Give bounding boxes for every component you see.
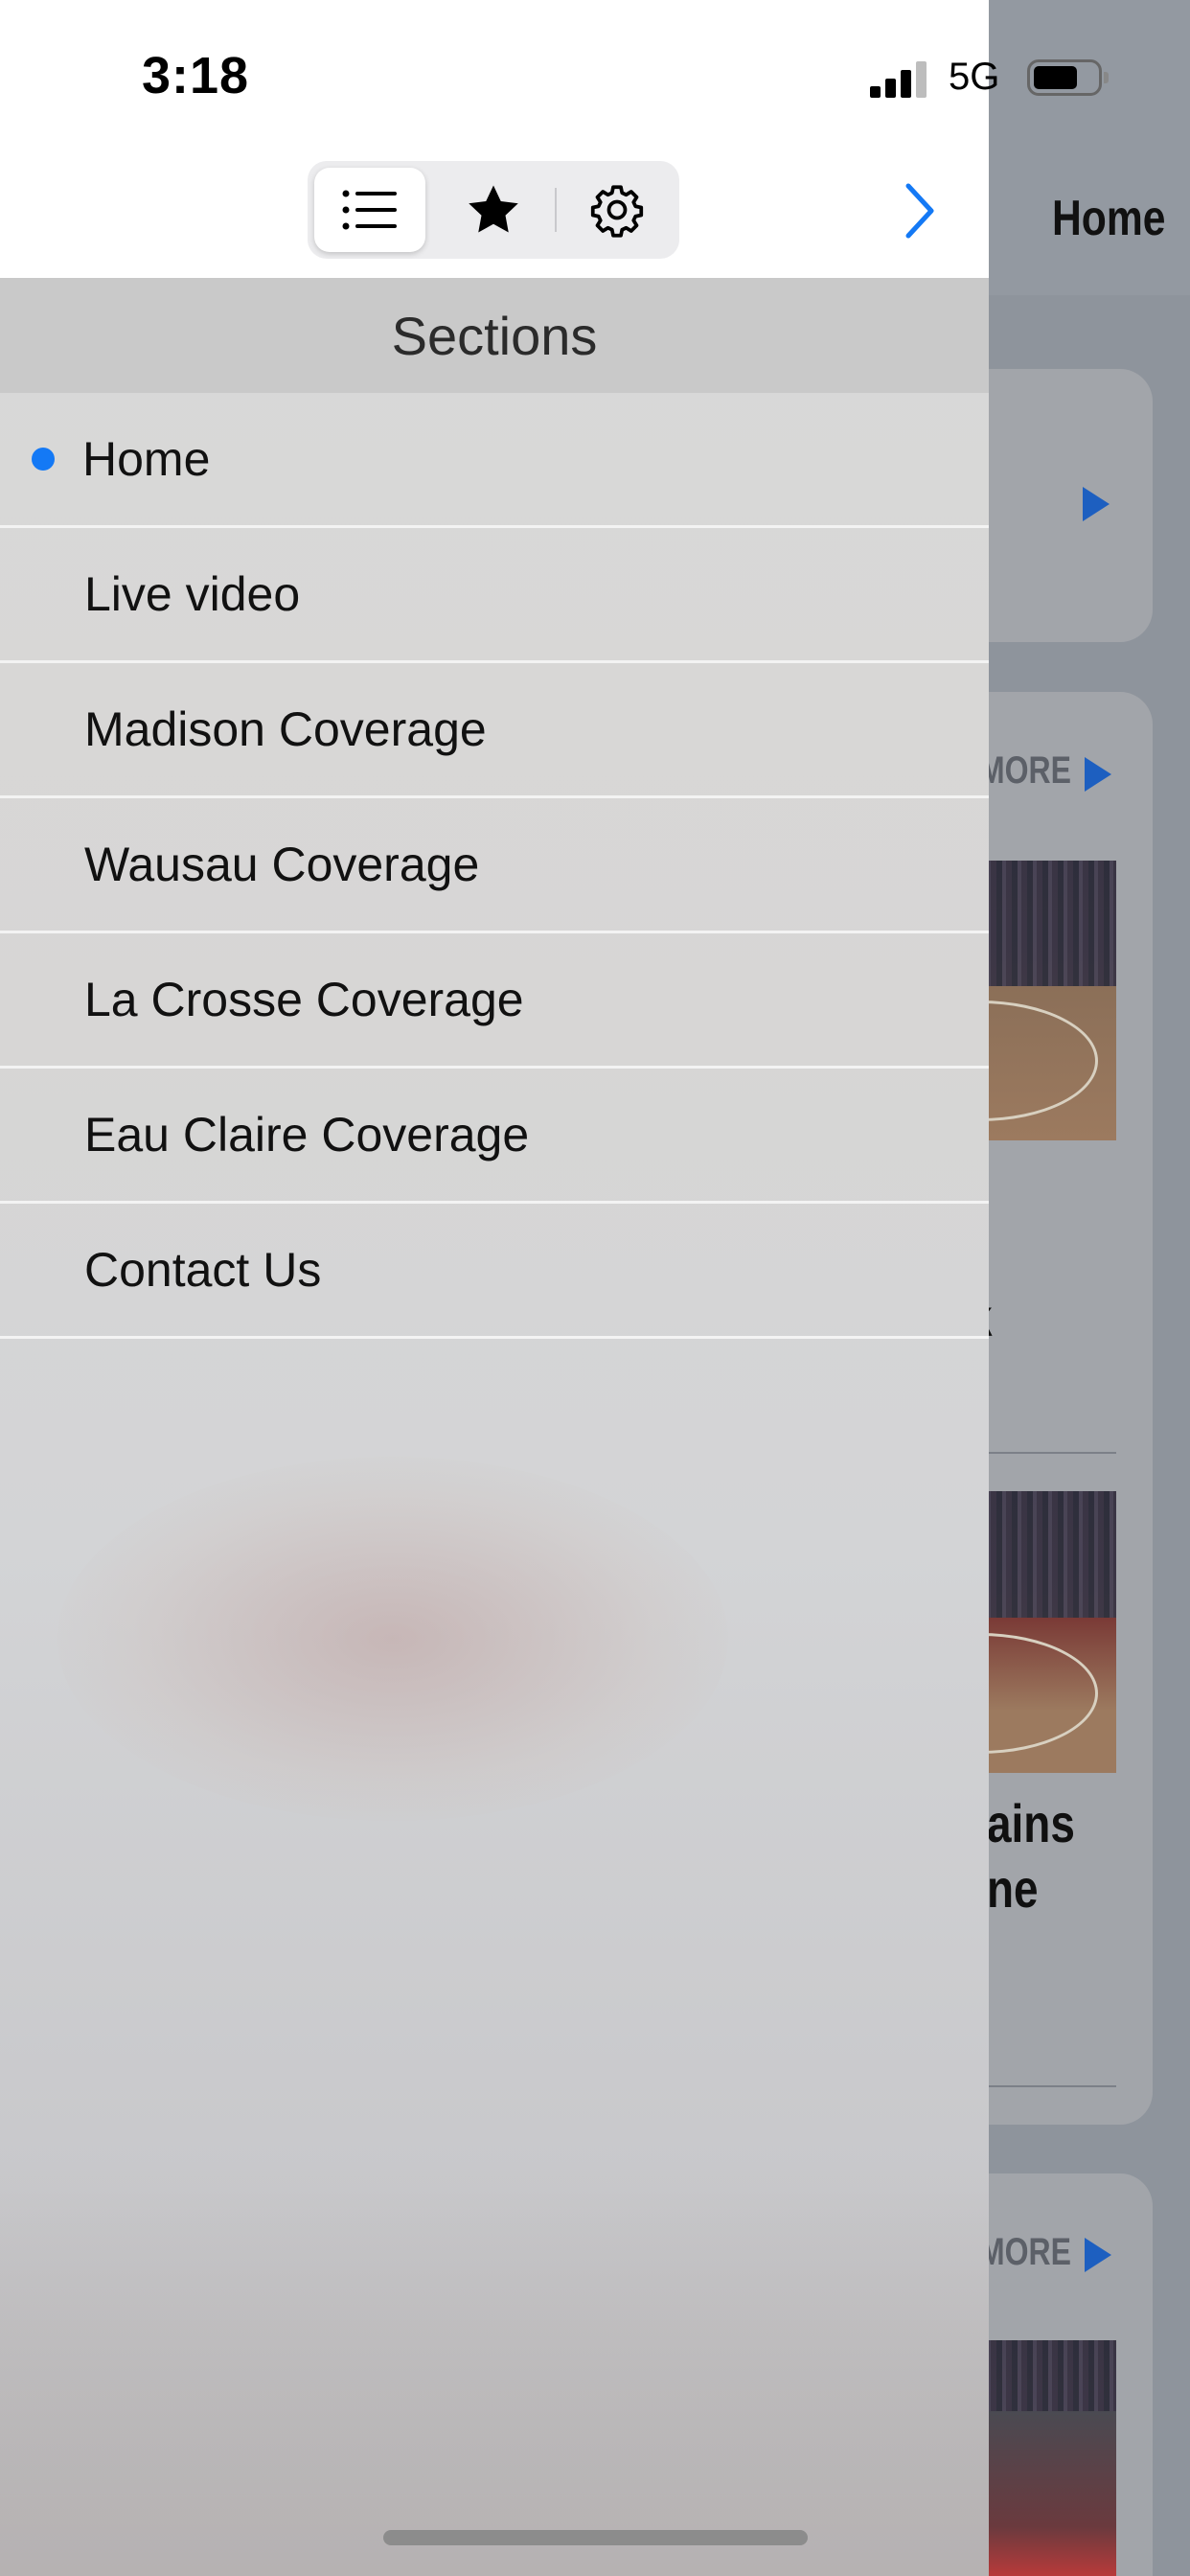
list-icon: [342, 190, 397, 230]
headline-fragment[interactable]: ne: [987, 1857, 1039, 1920]
menu-item-label: Home: [82, 432, 211, 486]
sidebar-item-contact-us[interactable]: Contact Us: [0, 1204, 989, 1339]
chevron-right-icon: [905, 183, 934, 239]
sidebar-item-wausau-coverage[interactable]: Wausau Coverage: [0, 798, 989, 933]
segment-separator: [555, 188, 557, 232]
sections-drawer: Sections Home Live video Madison Coverag…: [0, 0, 989, 2576]
menu-item-label: Wausau Coverage: [84, 838, 480, 891]
sections-title: Sections: [391, 306, 598, 366]
status-bar: 3:18 5G: [0, 0, 1190, 158]
forward-button[interactable]: [891, 172, 949, 249]
background-page-title: Home: [1052, 191, 1166, 246]
tab-settings[interactable]: [561, 168, 673, 252]
menu-item-label: Live video: [84, 567, 301, 621]
play-arrow-icon[interactable]: [1085, 2238, 1111, 2272]
background-blur: [0, 2156, 989, 2576]
screen: Home MORE 54 k 32 ains ne MORE: [0, 0, 1190, 2576]
menu-item-label: Madison Coverage: [84, 702, 487, 756]
sidebar-item-la-crosse-coverage[interactable]: La Crosse Coverage: [0, 933, 989, 1069]
home-indicator[interactable]: [383, 2530, 808, 2545]
battery-icon: [1027, 59, 1109, 96]
tab-sections-list[interactable]: [314, 168, 425, 252]
more-link[interactable]: MORE: [979, 2231, 1071, 2274]
sections-menu: Home Live video Madison Coverage Wausau …: [0, 393, 989, 1339]
current-indicator-dot: [32, 448, 55, 471]
sections-header: Sections: [0, 279, 989, 393]
gear-icon: [590, 185, 644, 238]
play-arrow-icon[interactable]: [1085, 757, 1111, 792]
status-time: 3:18: [142, 47, 250, 104]
network-type: 5G: [949, 56, 1000, 98]
menu-item-label: Contact Us: [84, 1243, 322, 1297]
play-arrow-icon[interactable]: [1083, 487, 1110, 521]
sidebar-item-live-video[interactable]: Live video: [0, 528, 989, 663]
tab-favorites[interactable]: [438, 168, 549, 252]
segmented-control: [308, 161, 679, 259]
sidebar-item-madison-coverage[interactable]: Madison Coverage: [0, 663, 989, 798]
menu-item-label: Eau Claire Coverage: [84, 1108, 530, 1162]
background-blur: [57, 1457, 728, 1821]
sidebar-item-eau-claire-coverage[interactable]: Eau Claire Coverage: [0, 1069, 989, 1204]
star-icon: [469, 185, 518, 233]
cellular-signal-icon: [870, 59, 929, 98]
sidebar-item-home[interactable]: Home: [0, 393, 989, 528]
more-link[interactable]: MORE: [979, 749, 1071, 793]
menu-item-label: La Crosse Coverage: [84, 973, 524, 1026]
headline-fragment[interactable]: ains: [987, 1792, 1075, 1854]
